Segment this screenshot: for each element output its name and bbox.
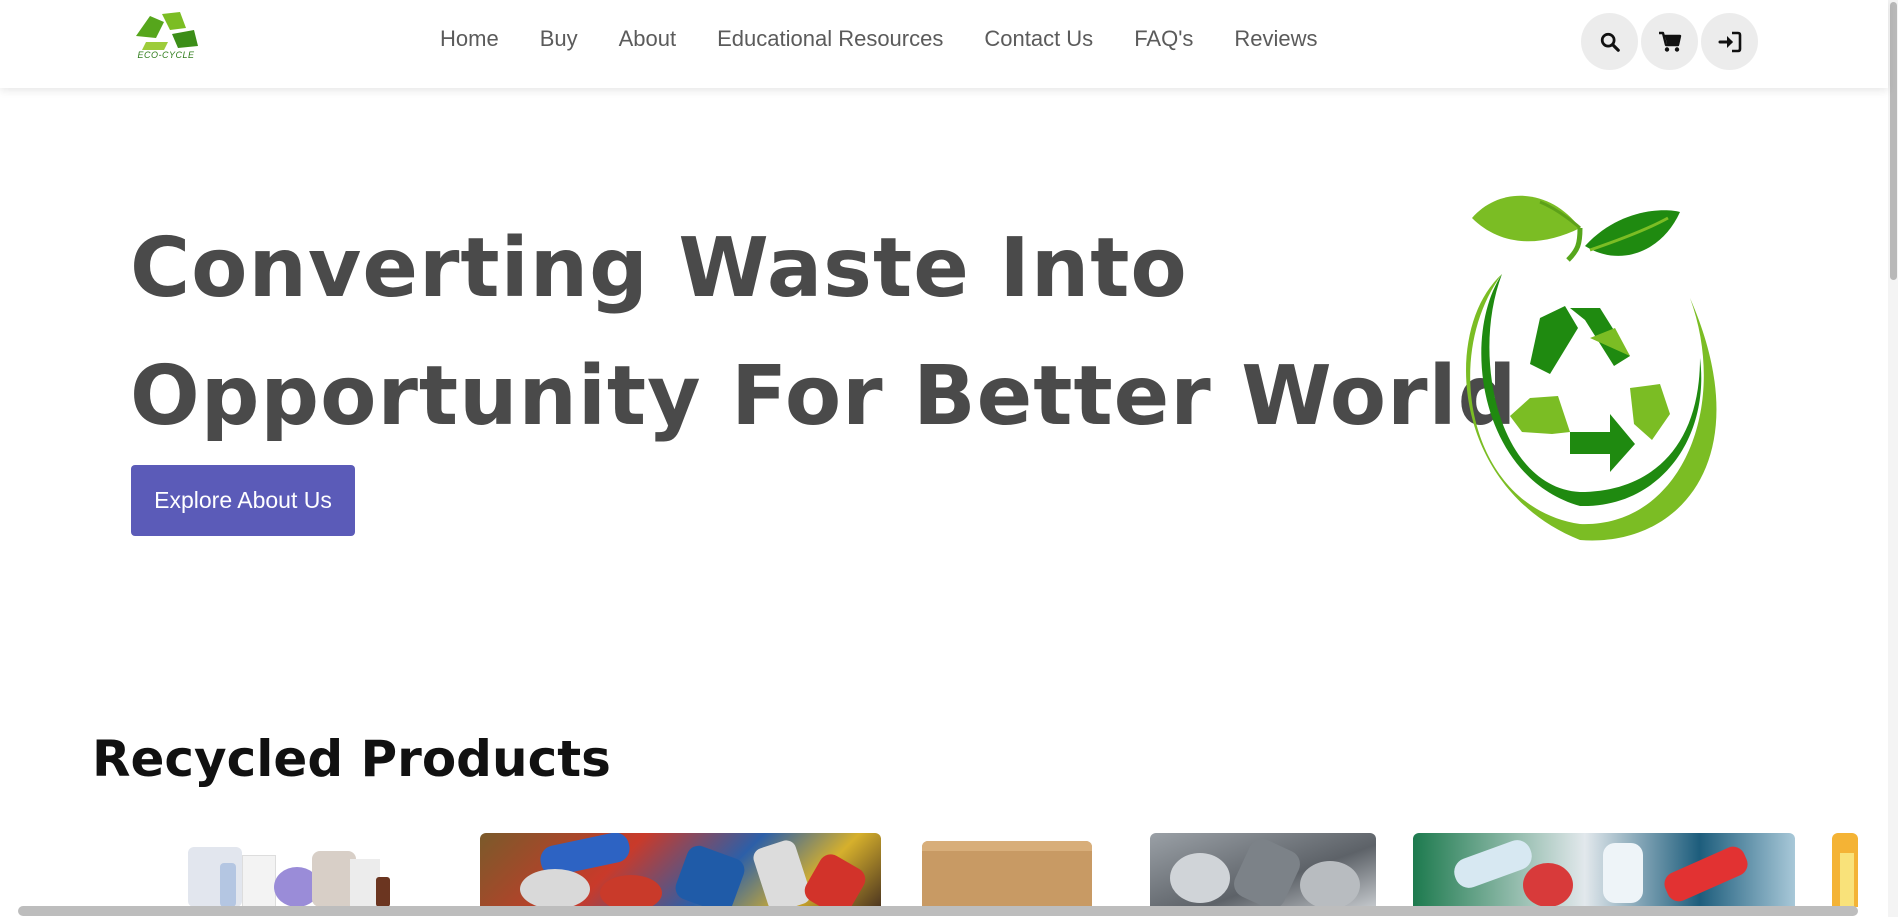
vertical-scrollbar-thumb[interactable]	[1890, 2, 1897, 280]
nav-home[interactable]: Home	[440, 26, 499, 52]
eco-cycle-logo[interactable]: ECO-CYCLE	[128, 8, 204, 66]
product-card-aluminum-cans[interactable]	[480, 833, 881, 907]
vertical-scrollbar[interactable]	[1888, 0, 1898, 917]
top-navbar: ECO-CYCLE Home Buy About Educational Res…	[0, 0, 1888, 88]
hero-heading-line-2: Opportunity For Better World.	[130, 349, 1550, 444]
nav-educational-resources[interactable]: Educational Resources	[717, 26, 943, 52]
product-card-metal-scrap[interactable]	[1150, 833, 1376, 907]
cart-button[interactable]	[1641, 13, 1698, 70]
sign-in-icon	[1718, 31, 1741, 52]
product-card-cardboard-box[interactable]	[918, 833, 1112, 907]
main-nav: Home Buy About Educational Resources Con…	[440, 26, 1359, 52]
logo-text: ECO-CYCLE	[137, 50, 195, 60]
explore-about-us-button[interactable]: Explore About Us	[131, 465, 355, 536]
nav-contact-us[interactable]: Contact Us	[984, 26, 1093, 52]
recycle-logo-icon	[136, 12, 198, 50]
recycled-products-heading: Recycled Products	[92, 730, 611, 788]
product-card-plastic-bottles[interactable]	[1413, 833, 1795, 907]
nav-reviews[interactable]: Reviews	[1234, 26, 1317, 52]
cart-icon	[1658, 31, 1681, 52]
nav-about[interactable]: About	[619, 26, 677, 52]
nav-buy[interactable]: Buy	[540, 26, 578, 52]
login-button[interactable]	[1701, 13, 1758, 70]
hero-heading: Converting Waste Into Opportunity For Be…	[130, 205, 1550, 461]
search-button[interactable]	[1581, 13, 1638, 70]
search-icon	[1600, 32, 1620, 52]
product-card-mixed-recyclables[interactable]	[178, 833, 408, 907]
product-card-partial[interactable]	[1832, 833, 1858, 907]
horizontal-scrollbar[interactable]	[18, 906, 1858, 916]
nav-faqs[interactable]: FAQ's	[1134, 26, 1193, 52]
hero-heading-line-1: Converting Waste Into	[130, 221, 1188, 316]
recycle-globe-icon	[1466, 195, 1717, 541]
